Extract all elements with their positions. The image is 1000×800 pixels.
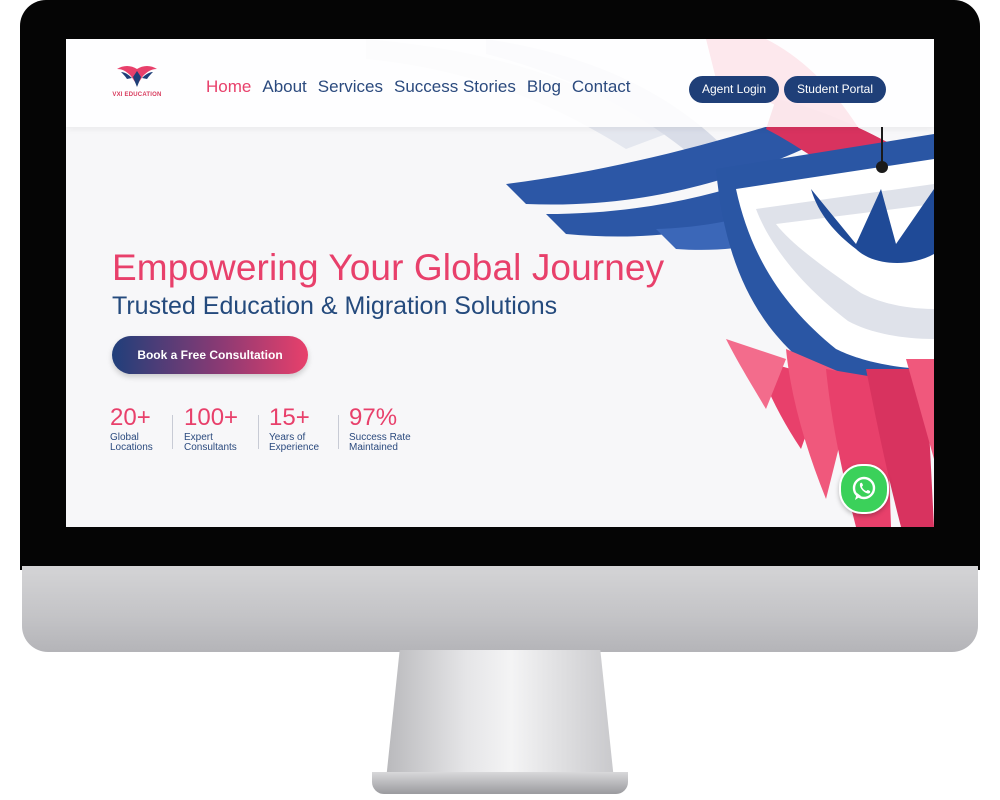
nav-success-stories[interactable]: Success Stories (394, 77, 516, 97)
eagle-logo-icon (117, 66, 157, 87)
book-consultation-button[interactable]: Book a Free Consultation (112, 336, 308, 374)
stat-divider (172, 415, 173, 449)
nav-blog[interactable]: Blog (527, 77, 561, 97)
student-portal-button[interactable]: Student Portal (784, 76, 886, 103)
nav-home[interactable]: Home (206, 77, 251, 97)
stat-label: Years of Experience (269, 432, 320, 453)
site-header: VXI EDUCATION Home About Services Succes… (66, 39, 934, 127)
stat-label: Success Rate Maintained (349, 432, 411, 453)
stat-value: 15+ (269, 404, 310, 431)
hero-subtitle: Trusted Education & Migration Solutions (112, 292, 558, 320)
stat-divider (338, 415, 339, 449)
monitor-stand-base (372, 772, 628, 794)
stat-label: Expert Consultants (184, 432, 237, 453)
agent-login-button[interactable]: Agent Login (689, 76, 779, 103)
nav-about[interactable]: About (262, 77, 306, 97)
stat-consultants: 100+ Expert Consultants (184, 405, 254, 453)
nav-services[interactable]: Services (318, 77, 383, 97)
logo-text: VXI EDUCATION (112, 92, 162, 98)
monitor-mockup: VXI EDUCATION Home About Services Succes… (0, 0, 1000, 800)
website-screen: VXI EDUCATION Home About Services Succes… (66, 39, 934, 527)
stat-divider (258, 415, 259, 449)
stat-value: 100+ (184, 404, 239, 431)
stat-value: 97% (349, 404, 398, 431)
whatsapp-button[interactable] (839, 464, 889, 514)
stat-locations: 20+ Global Locations (110, 405, 166, 453)
whatsapp-icon (852, 476, 876, 500)
monitor-chin (22, 566, 978, 652)
brand-logo[interactable]: VXI EDUCATION (106, 63, 168, 103)
stat-value: 20+ (110, 404, 151, 431)
monitor-stand (386, 650, 614, 780)
stat-success-rate: 97% Success Rate Maintained (349, 405, 423, 453)
nav-contact[interactable]: Contact (572, 77, 631, 97)
stat-experience: 15+ Years of Experience (269, 405, 333, 453)
main-nav: Home About Services Success Stories Blog… (206, 77, 631, 97)
hero-title: Empowering Your Global Journey (112, 247, 665, 288)
stat-label: Global Locations (110, 432, 153, 453)
